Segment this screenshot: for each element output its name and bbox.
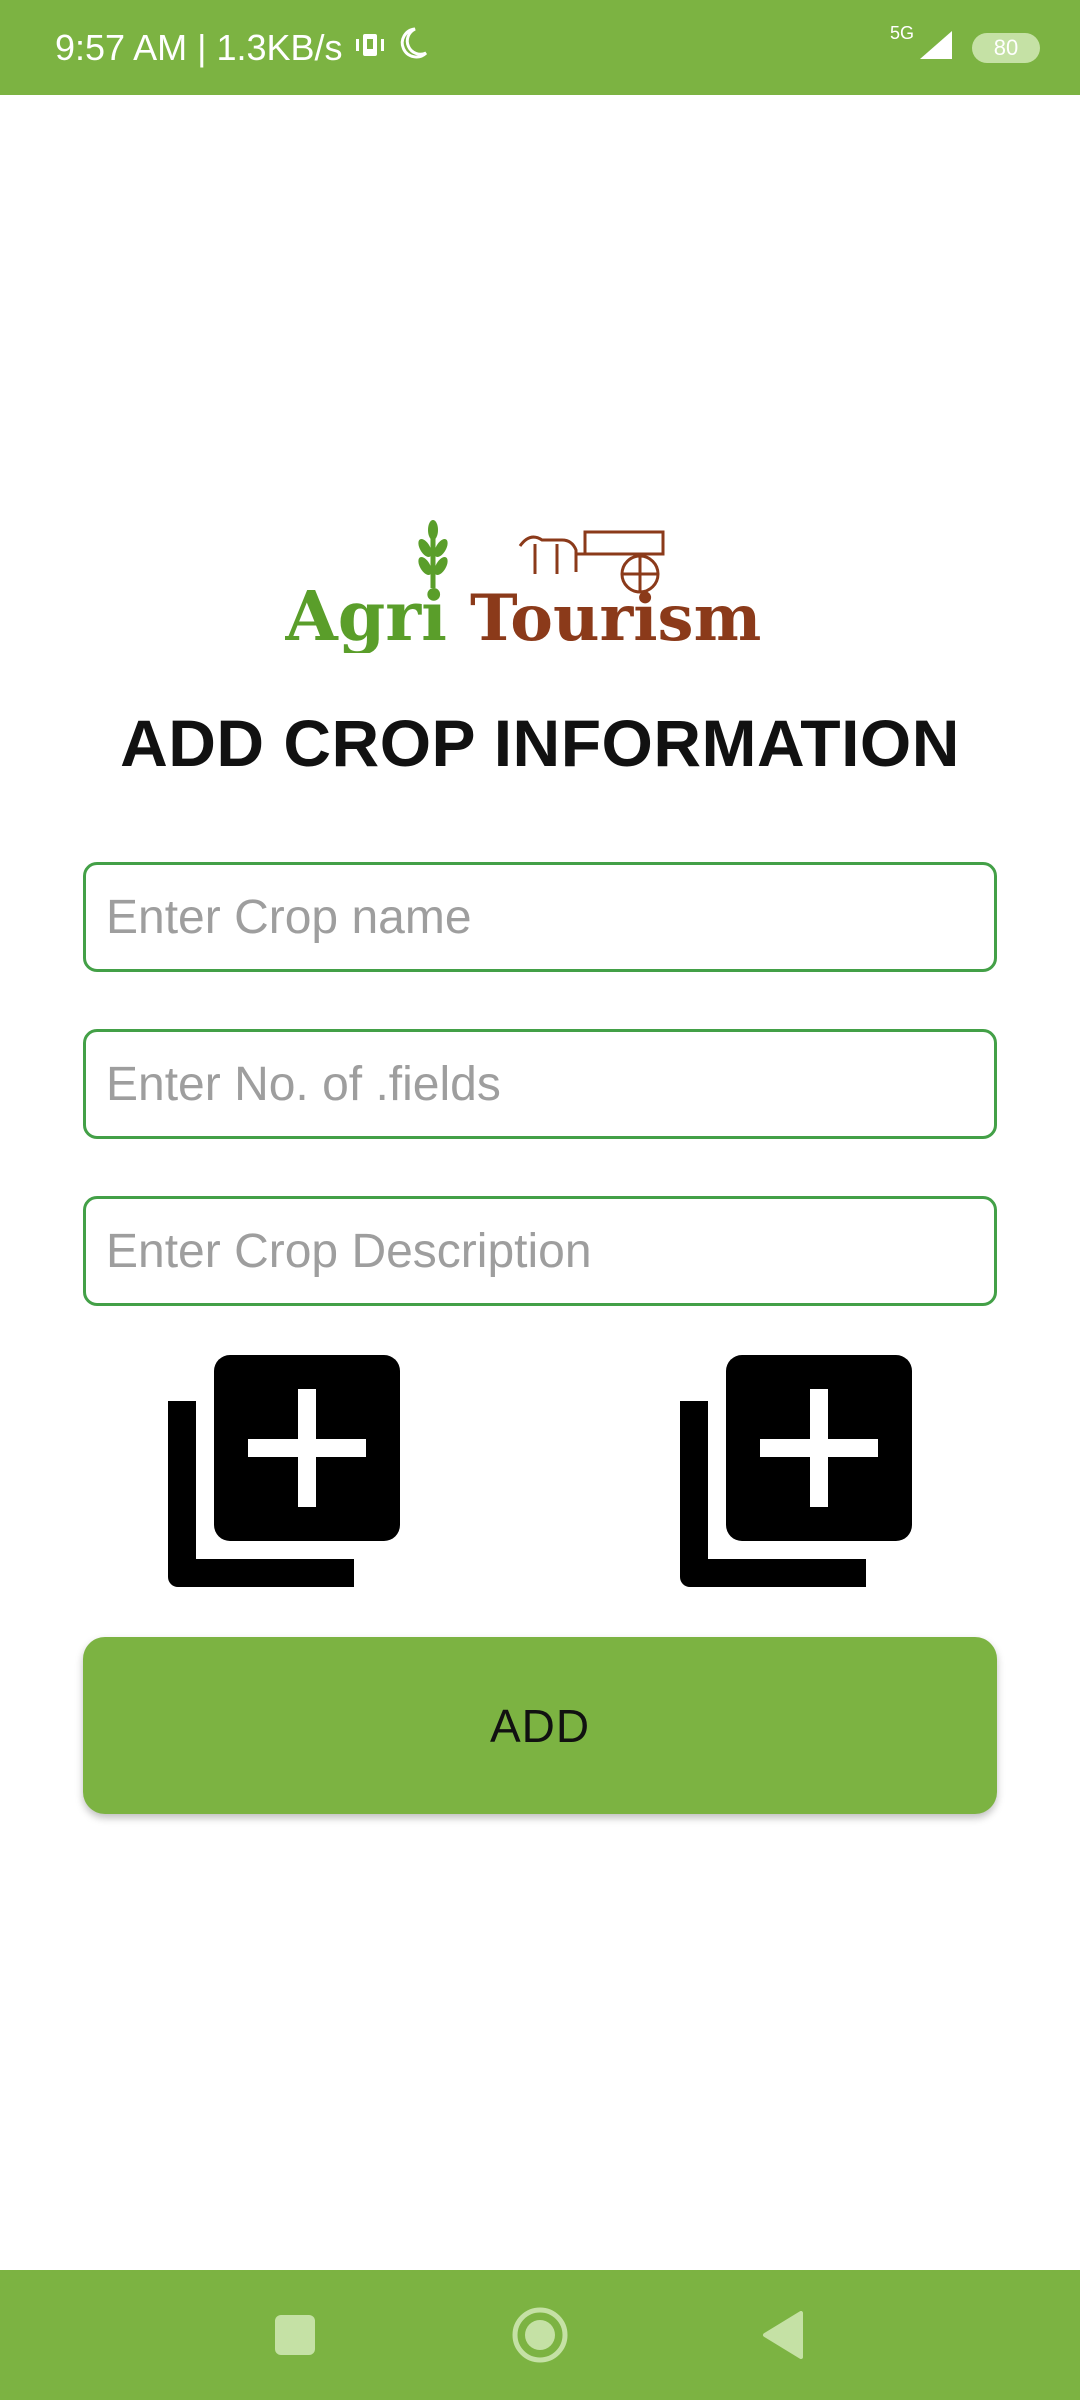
back-button[interactable] bbox=[718, 2270, 848, 2400]
add-photo-button-1[interactable] bbox=[168, 1355, 400, 1587]
recents-button[interactable] bbox=[230, 2270, 360, 2400]
add-crop-button[interactable]: ADD bbox=[83, 1637, 997, 1814]
add-photo-button-2[interactable] bbox=[680, 1355, 912, 1587]
home-circle-icon bbox=[512, 2307, 568, 2363]
time-speed: 9:57 AM | 1.3KB/s bbox=[55, 26, 343, 68]
status-left: 9:57 AM | 1.3KB/s bbox=[55, 0, 429, 95]
logo-agri-text: Agri bbox=[285, 577, 447, 653]
recents-square-icon bbox=[275, 2315, 315, 2355]
battery-indicator: 80 bbox=[972, 32, 1040, 63]
status-right: 5G 80 bbox=[890, 0, 1040, 95]
vibrate-icon bbox=[353, 27, 387, 69]
home-button[interactable] bbox=[475, 2270, 605, 2400]
status-bar: 9:57 AM | 1.3KB/s 5G 80 bbox=[0, 0, 1080, 95]
network-type: 5G bbox=[889, 23, 914, 43]
moon-icon bbox=[397, 26, 429, 69]
add-photo-icon bbox=[680, 1355, 912, 1587]
add-photo-icon bbox=[168, 1355, 400, 1587]
crop-description-input[interactable] bbox=[83, 1196, 997, 1306]
page-title: ADD CROP INFORMATION bbox=[120, 706, 960, 780]
fields-count-input[interactable] bbox=[83, 1029, 997, 1139]
agri-tourism-logo: Agri Tourism bbox=[284, 518, 800, 657]
back-triangle-icon bbox=[763, 2311, 803, 2359]
crop-name-input[interactable] bbox=[83, 862, 997, 972]
navigation-bar bbox=[0, 2270, 1080, 2400]
signal-icon bbox=[918, 29, 954, 66]
logo-tourism-text: Tourism bbox=[470, 581, 761, 653]
